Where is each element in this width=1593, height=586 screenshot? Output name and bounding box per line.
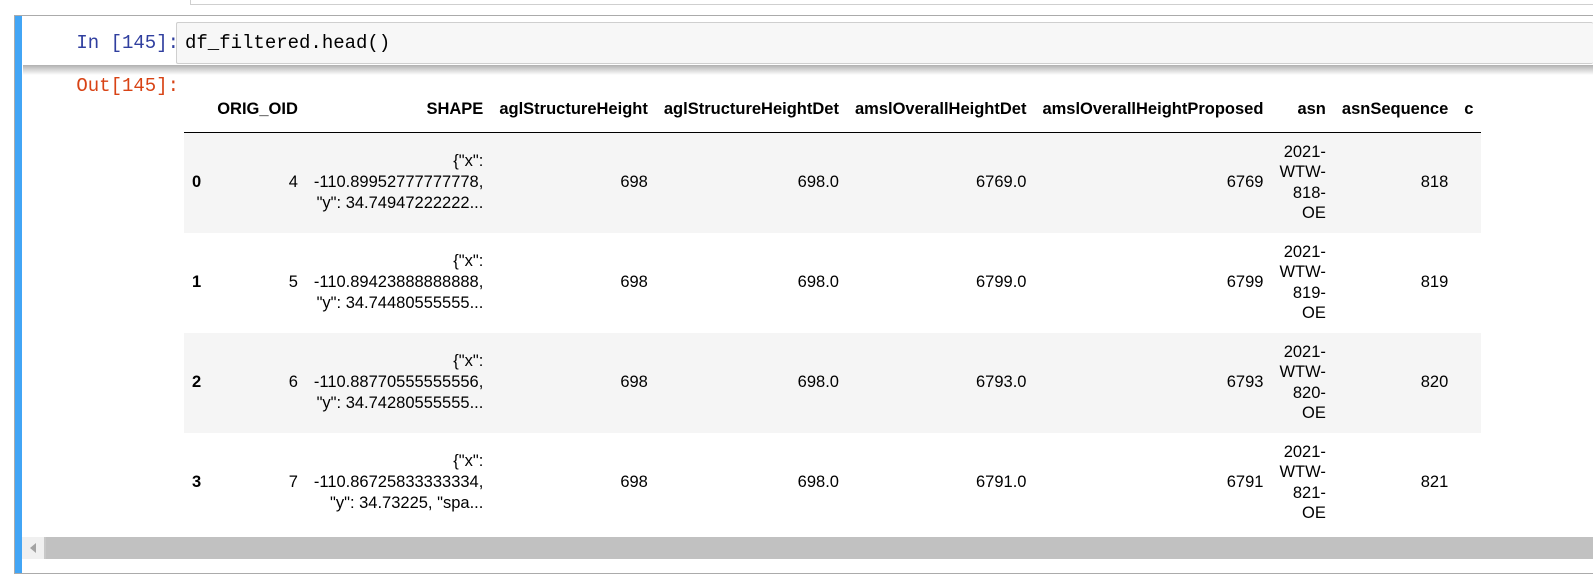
row-index: 0 [192, 173, 202, 192]
output-prompt: Out[145]: [76, 75, 179, 97]
table-row: 2 6 {"x": -110.88770555555556, "y": 34.742… [184, 332, 1482, 433]
cell-agl-structure-height-det: 698.0 [797, 273, 839, 291]
cell-amsl-overall-height-det: 6793.0 [975, 373, 1027, 391]
cell-orig-oid: 5 [288, 273, 298, 291]
cell-agl-structure-height: 698 [620, 373, 648, 391]
cell-shape: {"x": -110.88770555555556, "y": 34.7428055… [313, 352, 484, 412]
row-index: 3 [192, 473, 202, 491]
cell-orig-oid: 7 [288, 473, 298, 491]
cell-asn: 2021- WTW- 818- OE [1279, 142, 1326, 223]
cell-agl-structure-height-det: 698.0 [797, 473, 839, 491]
cell-truncated [1456, 333, 1481, 433]
cell-truncated [1456, 133, 1481, 233]
horizontal-scrollbar[interactable] [22, 537, 1593, 559]
cell-amsl-overall-height-det: 6799.0 [975, 273, 1027, 291]
cell-shape: {"x": -110.86725833333334, "y": 34.73225, … [313, 452, 484, 512]
index-header [184, 98, 210, 133]
cell-agl-structure-height: 698 [620, 473, 648, 491]
cell-agl-structure-height-det: 698.0 [797, 373, 839, 391]
previous-cell-edge [0, 0, 1593, 14]
cell-asn-sequence: 820 [1420, 373, 1449, 391]
cell-agl-structure-height-det: 698.0 [797, 173, 839, 192]
cell-shape: {"x": -110.89423888888888, "y": 34.7448055… [313, 252, 484, 312]
cell-asn: 2021- WTW- 820- OE [1279, 342, 1326, 423]
page-bottom [0, 574, 1593, 586]
table-row: 1 5 {"x": -110.89423888888888, "y": 34.744… [184, 233, 1481, 333]
column-header: aglStructureHeightDet [655, 98, 847, 133]
column-header: aglStructureHeight [491, 98, 656, 133]
cell-amsl-overall-height-proposed: 6793 [1226, 373, 1264, 391]
cell-amsl-overall-height-proposed: 6769 [1226, 173, 1264, 192]
column-header: asnSequence [1333, 98, 1457, 133]
column-header: amslOverallHeightDet [846, 98, 1035, 133]
column-header: asn [1271, 98, 1334, 133]
code-text[interactable]: df_filtered.head() [185, 32, 390, 54]
notebook-cell[interactable]: In [145]: df_filtered.head() Out[145]: O… [14, 15, 1593, 574]
cell-truncated [1456, 433, 1481, 533]
column-header: SHAPE [305, 98, 492, 133]
column-header: amslOverallHeightProposed [1034, 98, 1272, 133]
scroll-left-button[interactable] [22, 537, 44, 559]
cell-shape: {"x": -110.89952777777778, "y": 34.7494722… [313, 152, 484, 213]
cell-agl-structure-height: 698 [620, 273, 648, 291]
output-scroll-shadow [23, 65, 1593, 75]
scrollbar-thumb[interactable] [46, 537, 1593, 559]
cell-amsl-overall-height-det: 6769.0 [975, 173, 1027, 192]
cell-asn: 2021- WTW- 819- OE [1279, 242, 1326, 323]
column-header: ORIG_OID [209, 98, 306, 133]
row-index: 1 [192, 273, 202, 291]
cell-truncated [1456, 233, 1481, 333]
cell-asn-sequence: 818 [1420, 173, 1449, 192]
cell-selected-indicator [15, 16, 22, 573]
cell-amsl-overall-height-proposed: 6799 [1226, 273, 1264, 291]
cell-asn-sequence: 819 [1420, 273, 1449, 291]
table-row: 3 7 {"x": -110.86725833333334, "y": 34.732… [184, 433, 1481, 533]
cell-asn-sequence: 821 [1420, 473, 1449, 491]
input-prompt: In [145]: [76, 32, 179, 54]
table-header-row: ORIG_OID SHAPE aglStructureHeight aglStr… [184, 98, 1482, 133]
cell-amsl-overall-height-det: 6791.0 [975, 473, 1027, 491]
cell-orig-oid: 4 [288, 173, 298, 192]
dataframe-table: ORIG_OID SHAPE aglStructureHeight aglStr… [184, 98, 1482, 533]
column-header: c [1456, 98, 1482, 133]
table-row: 0 4 {"x": -110.89952777777778, "y": 34.749… [184, 132, 1482, 233]
code-input-area[interactable]: df_filtered.head() [176, 22, 1593, 64]
output-area[interactable]: ORIG_OID SHAPE aglStructureHeight aglStr… [184, 78, 1593, 536]
cell-orig-oid: 6 [288, 373, 298, 391]
chevron-left-icon [30, 543, 36, 553]
cell-amsl-overall-height-proposed: 6791 [1226, 473, 1264, 491]
cell-asn: 2021- WTW- 821- OE [1279, 442, 1326, 523]
cell-agl-structure-height: 698 [620, 173, 648, 192]
row-index: 2 [192, 373, 202, 391]
